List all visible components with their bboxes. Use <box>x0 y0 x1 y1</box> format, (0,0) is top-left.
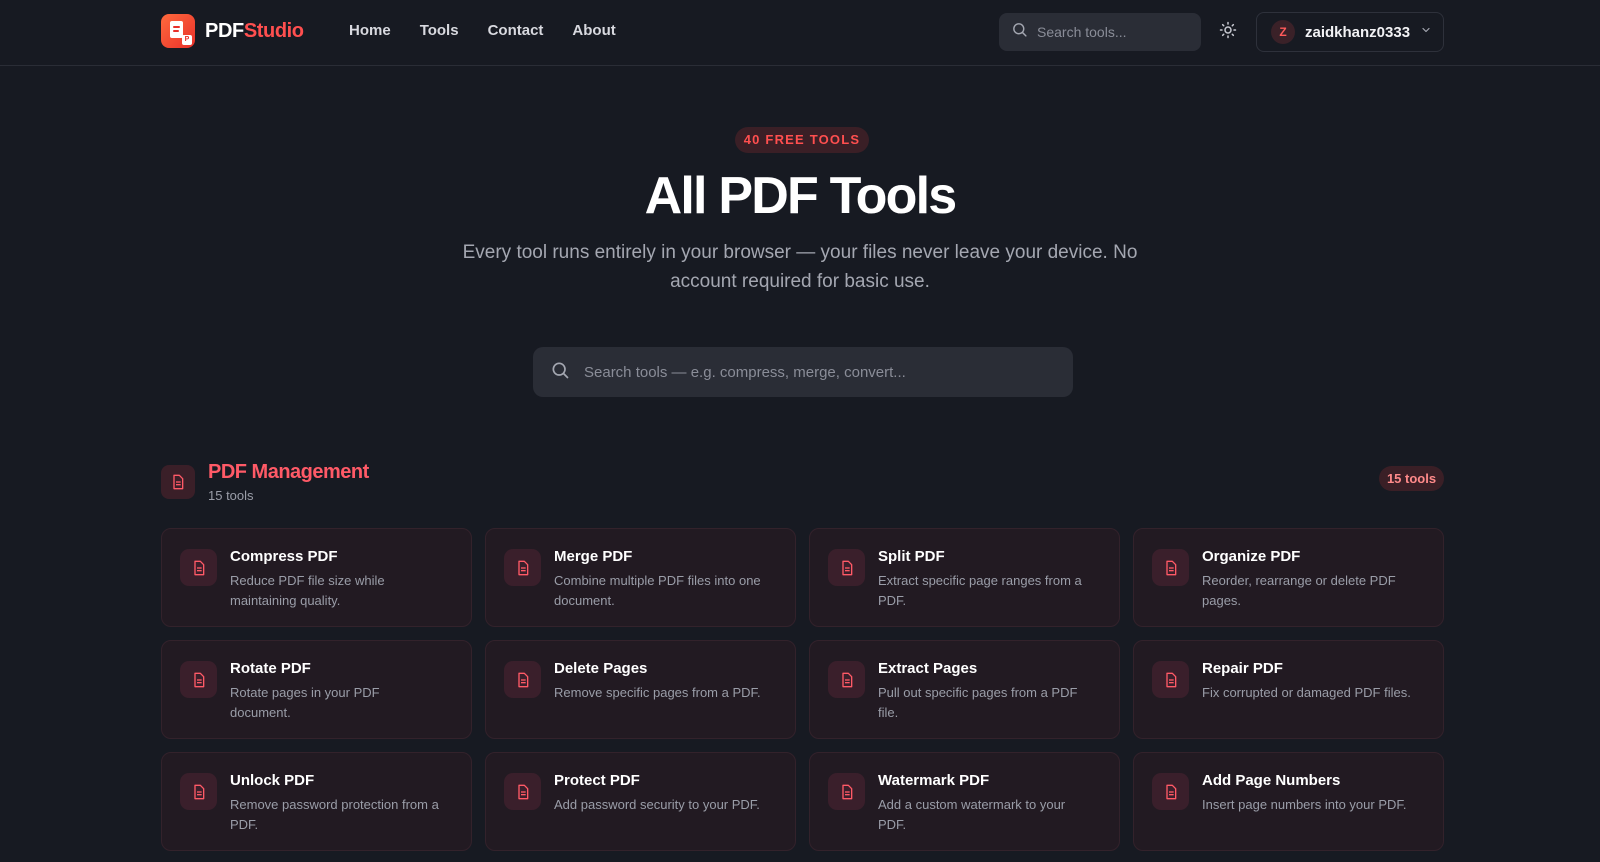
free-tools-badge: 40 FREE TOOLS <box>735 127 869 153</box>
tool-count-badge: 15 tools <box>1379 466 1444 491</box>
tool-card-description: Remove password protection from a PDF. <box>230 797 439 832</box>
document-icon <box>161 465 195 499</box>
document-icon <box>828 773 865 810</box>
document-icon <box>828 549 865 586</box>
nav-tools[interactable]: Tools <box>420 22 459 39</box>
tool-card-description: Add a custom watermark to your PDF. <box>878 797 1066 832</box>
section-tool-count: 15 tools <box>208 488 254 503</box>
pdf-logo-icon: P <box>161 14 195 48</box>
tool-card[interactable]: Compress PDF Reduce PDF file size while … <box>161 528 472 627</box>
search-icon <box>1011 21 1028 43</box>
tool-card-title: Watermark PDF <box>878 772 990 789</box>
document-icon <box>180 549 217 586</box>
tool-card[interactable]: Repair PDF Fix corrupted or damaged PDF … <box>1133 640 1444 739</box>
tool-card-title: Organize PDF <box>1202 548 1301 565</box>
top-navigation-bar: P PDFStudio Home Tools Contact About Z z… <box>0 0 1600 66</box>
tool-card-title: Protect PDF <box>554 772 640 789</box>
document-icon <box>504 773 541 810</box>
tool-card[interactable]: Delete Pages Remove specific pages from … <box>485 640 796 739</box>
section-header: PDF Management 15 tools <box>161 461 369 503</box>
tool-card-title: Unlock PDF <box>230 772 315 789</box>
page-subtitle: Every tool runs entirely in your browser… <box>462 242 1138 292</box>
user-menu-button[interactable]: Z zaidkhanz0333 <box>1256 12 1444 52</box>
tool-card[interactable]: Add Page Numbers Insert page numbers int… <box>1133 752 1444 851</box>
brand-name-part2: Studio <box>243 19 304 42</box>
tool-card-title: Compress PDF <box>230 548 338 565</box>
tool-card-title: Split PDF <box>878 548 945 565</box>
avatar: Z <box>1271 20 1295 44</box>
nav-contact[interactable]: Contact <box>488 22 544 39</box>
sun-icon <box>1219 21 1237 44</box>
brand-name-part1: PDF <box>205 19 244 42</box>
main-nav: Home Tools Contact About <box>349 22 645 39</box>
brand-name: PDFStudio <box>205 20 304 43</box>
page-title: All PDF Tools <box>644 167 958 225</box>
document-icon <box>1152 661 1189 698</box>
tool-card-description: Combine multiple PDF files into one docu… <box>554 573 761 608</box>
tool-card-description: Add password security to your PDF. <box>554 797 760 812</box>
tool-card-title: Repair PDF <box>1202 660 1283 677</box>
tool-card-description: Reduce PDF file size while maintaining q… <box>230 573 385 608</box>
tool-card-description: Extract specific page ranges from a PDF. <box>878 573 1082 608</box>
document-icon <box>504 661 541 698</box>
document-icon <box>1152 549 1189 586</box>
tool-card[interactable]: Split PDF Extract specific page ranges f… <box>809 528 1120 627</box>
tool-card-description: Insert page numbers into your PDF. <box>1202 797 1407 812</box>
tool-card-title: Extract Pages <box>878 660 978 677</box>
search-icon <box>550 360 570 385</box>
tool-search-box[interactable] <box>533 347 1073 397</box>
username: zaidkhanz0333 <box>1305 23 1411 41</box>
tool-card-description: Rotate pages in your PDF document. <box>230 685 380 720</box>
tool-card[interactable]: Watermark PDF Add a custom watermark to … <box>809 752 1120 851</box>
chevron-down-icon <box>1420 23 1432 41</box>
header-search-input[interactable] <box>1037 24 1187 40</box>
tool-grid: Compress PDF Reduce PDF file size while … <box>161 528 1445 851</box>
tool-card-title: Delete Pages <box>554 660 648 677</box>
tool-card-description: Fix corrupted or damaged PDF files. <box>1202 685 1411 700</box>
tool-card-description: Remove specific pages from a PDF. <box>554 685 761 700</box>
tool-search-input[interactable] <box>584 363 1054 381</box>
document-icon <box>828 661 865 698</box>
tool-card-title: Merge PDF <box>554 548 633 565</box>
nav-home[interactable]: Home <box>349 22 391 39</box>
tool-card-description: Pull out specific pages from a PDF file. <box>878 685 1078 720</box>
document-icon <box>504 549 541 586</box>
section-title: PDF Management <box>208 461 369 483</box>
tool-card[interactable]: Protect PDF Add password security to you… <box>485 752 796 851</box>
theme-toggle-button[interactable] <box>1216 20 1240 44</box>
nav-about[interactable]: About <box>572 22 615 39</box>
header-search-box[interactable] <box>999 13 1201 51</box>
document-icon <box>180 773 217 810</box>
document-icon <box>180 661 217 698</box>
tool-card[interactable]: Extract Pages Pull out specific pages fr… <box>809 640 1120 739</box>
tool-card-description: Reorder, rearrange or delete PDF pages. <box>1202 573 1396 608</box>
tool-card[interactable]: Rotate PDF Rotate pages in your PDF docu… <box>161 640 472 739</box>
tool-card[interactable]: Merge PDF Combine multiple PDF files int… <box>485 528 796 627</box>
tool-card[interactable]: Unlock PDF Remove password protection fr… <box>161 752 472 851</box>
tool-card-title: Rotate PDF <box>230 660 311 677</box>
brand-logo[interactable]: P PDFStudio <box>161 14 304 48</box>
tool-card-title: Add Page Numbers <box>1202 772 1341 789</box>
document-icon <box>1152 773 1189 810</box>
tool-card[interactable]: Organize PDF Reorder, rearrange or delet… <box>1133 528 1444 627</box>
